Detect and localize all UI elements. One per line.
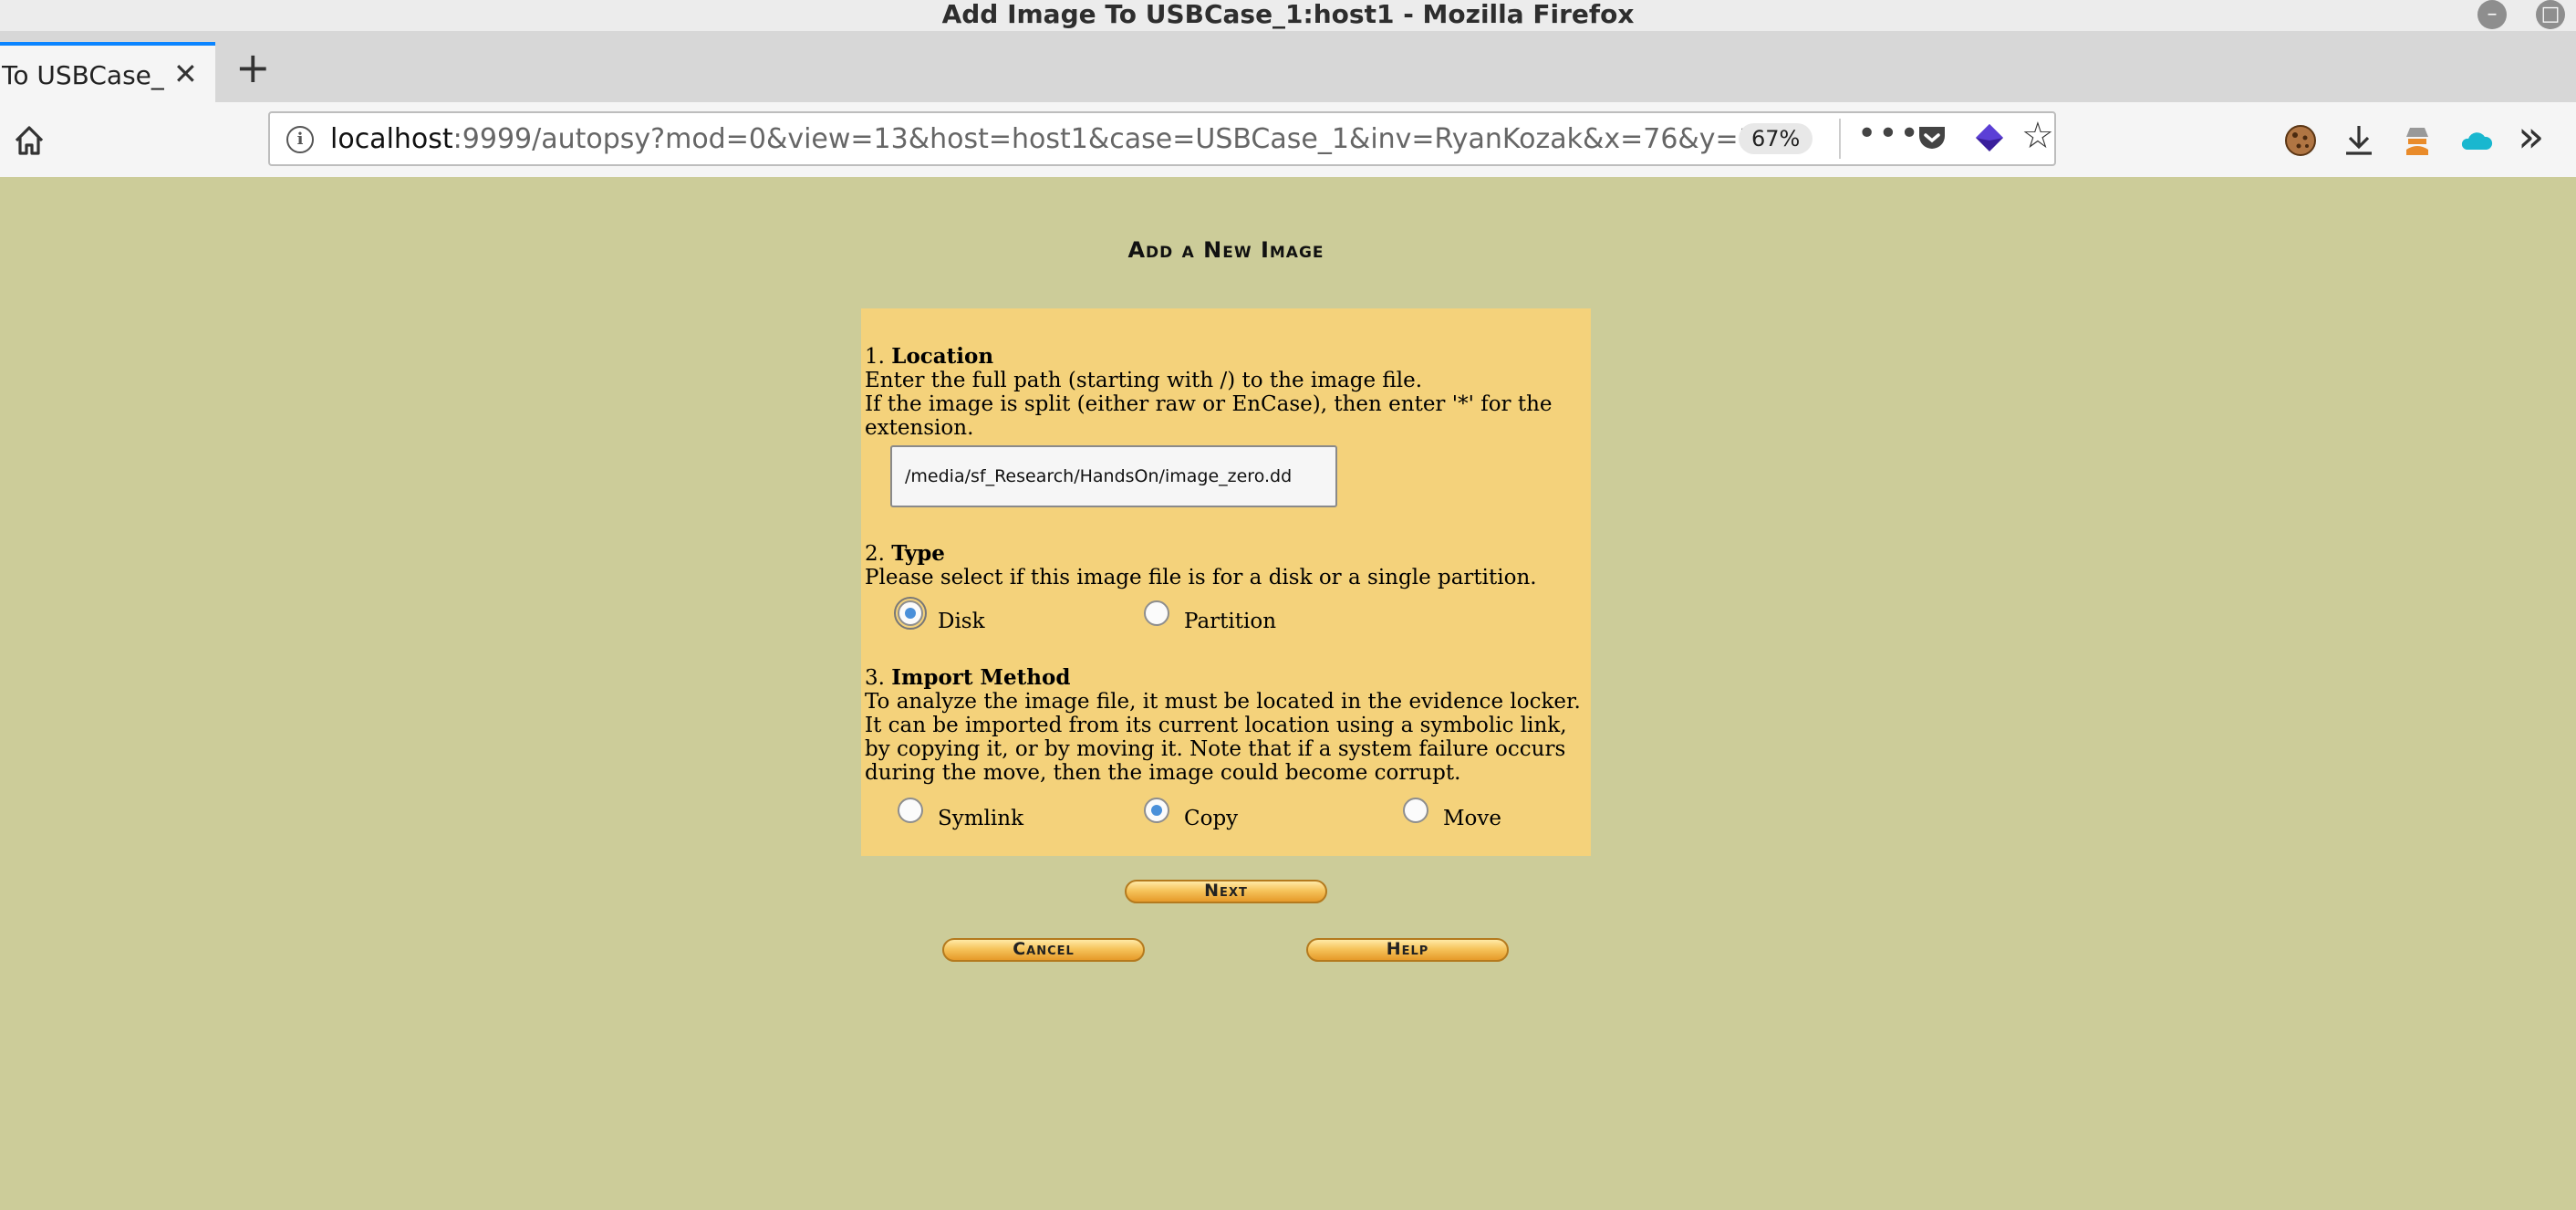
location-split-instruction: If the image is split (either raw or EnC…: [865, 392, 1553, 440]
import-method-section: 3. Import Method To analyze the image fi…: [865, 665, 1585, 786]
import-instruction: To analyze the image file, it must be lo…: [865, 690, 1581, 785]
disk-label: Disk: [938, 610, 985, 633]
copy-radio[interactable]: [1144, 798, 1169, 823]
move-radio[interactable]: [1403, 798, 1428, 823]
overflow-menu-icon[interactable]: »: [2518, 111, 2544, 162]
window-title: Add Image To USBCase_1:host1 - Mozilla F…: [941, 0, 1635, 29]
move-label: Move: [1443, 807, 1502, 830]
import-number: 3.: [865, 666, 892, 690]
copy-option[interactable]: Copy: [1144, 798, 1326, 834]
partition-option[interactable]: Partition: [1144, 600, 1363, 637]
partition-radio[interactable]: [1144, 600, 1169, 626]
type-radio-group: Disk Partition: [861, 597, 1582, 637]
navigation-bar: i localhost:9999/autopsy?mod=0&view=13&h…: [0, 102, 2576, 178]
type-heading: 2. Type: [865, 541, 1585, 567]
symlink-radio[interactable]: [898, 798, 923, 823]
url-bar[interactable]: i localhost:9999/autopsy?mod=0&view=13&h…: [268, 111, 2056, 166]
move-option[interactable]: Move: [1403, 798, 1585, 834]
location-title: Location: [891, 344, 994, 369]
image-path-input[interactable]: /media/sf_Research/HandsOn/image_zero.dd: [890, 445, 1337, 507]
location-section: 1. Location Enter the full path (startin…: [865, 344, 1585, 441]
type-section: 2. Type Please select if this image file…: [865, 541, 1585, 590]
location-number: 1.: [865, 345, 892, 369]
zoom-level-badge[interactable]: 67%: [1739, 123, 1813, 154]
new-tab-icon[interactable]: +: [235, 47, 271, 89]
tab-active[interactable]: To USBCase_ ✕: [0, 42, 215, 102]
next-button[interactable]: Next: [1125, 880, 1327, 903]
url-path: :9999/autopsy?mod=0&view=13&host=host1&c…: [452, 123, 1773, 155]
partition-label: Partition: [1184, 610, 1277, 633]
minimize-icon[interactable]: –: [2477, 0, 2507, 29]
url-text[interactable]: localhost:9999/autopsy?mod=0&view=13&hos…: [330, 123, 1773, 155]
cookie-extension-icon[interactable]: [2282, 122, 2319, 159]
site-info-icon[interactable]: i: [286, 126, 314, 153]
url-host: localhost: [330, 123, 453, 155]
url-bar-divider: [1839, 119, 1841, 159]
copy-label: Copy: [1184, 807, 1239, 830]
location-heading: 1. Location: [865, 344, 1585, 370]
extension-diamond-icon[interactable]: [1974, 122, 2005, 153]
tab-strip: To USBCase_ ✕ +: [0, 31, 2576, 103]
location-instruction: Enter the full path (starting with /) to…: [865, 369, 1423, 392]
page-content: Add a New Image 1. Location Enter the fu…: [0, 177, 2576, 1210]
symlink-option[interactable]: Symlink: [898, 798, 1080, 834]
home-icon[interactable]: [11, 122, 47, 159]
download-icon[interactable]: [2341, 122, 2377, 159]
type-number: 2.: [865, 542, 892, 566]
help-button[interactable]: Help: [1306, 938, 1509, 962]
close-tab-icon[interactable]: ✕: [173, 57, 198, 91]
type-instruction: Please select if this image file is for …: [865, 566, 1537, 589]
type-title: Type: [891, 541, 945, 566]
symlink-label: Symlink: [938, 807, 1024, 830]
import-title: Import Method: [891, 665, 1071, 690]
page-actions-icon[interactable]: •••: [1857, 115, 1921, 152]
disk-radio[interactable]: [894, 597, 927, 630]
import-radio-group: Symlink Copy Move: [861, 798, 1582, 834]
maximize-icon[interactable]: □: [2536, 0, 2565, 29]
disk-option[interactable]: Disk: [894, 597, 1080, 637]
page-heading: Add a New Image: [1127, 237, 1324, 263]
tab-label: To USBCase_: [2, 60, 164, 90]
window-titlebar: Add Image To USBCase_1:host1 - Mozilla F…: [0, 0, 2576, 31]
cancel-button[interactable]: Cancel: [942, 938, 1145, 962]
bookmark-star-icon[interactable]: ☆: [2021, 115, 2054, 157]
add-image-form: 1. Location Enter the full path (startin…: [861, 308, 1591, 856]
import-heading: 3. Import Method: [865, 665, 1585, 691]
cloud-extension-icon[interactable]: [2457, 122, 2494, 159]
spy-extension-icon[interactable]: [2399, 122, 2436, 159]
pocket-icon[interactable]: [1917, 124, 1947, 151]
